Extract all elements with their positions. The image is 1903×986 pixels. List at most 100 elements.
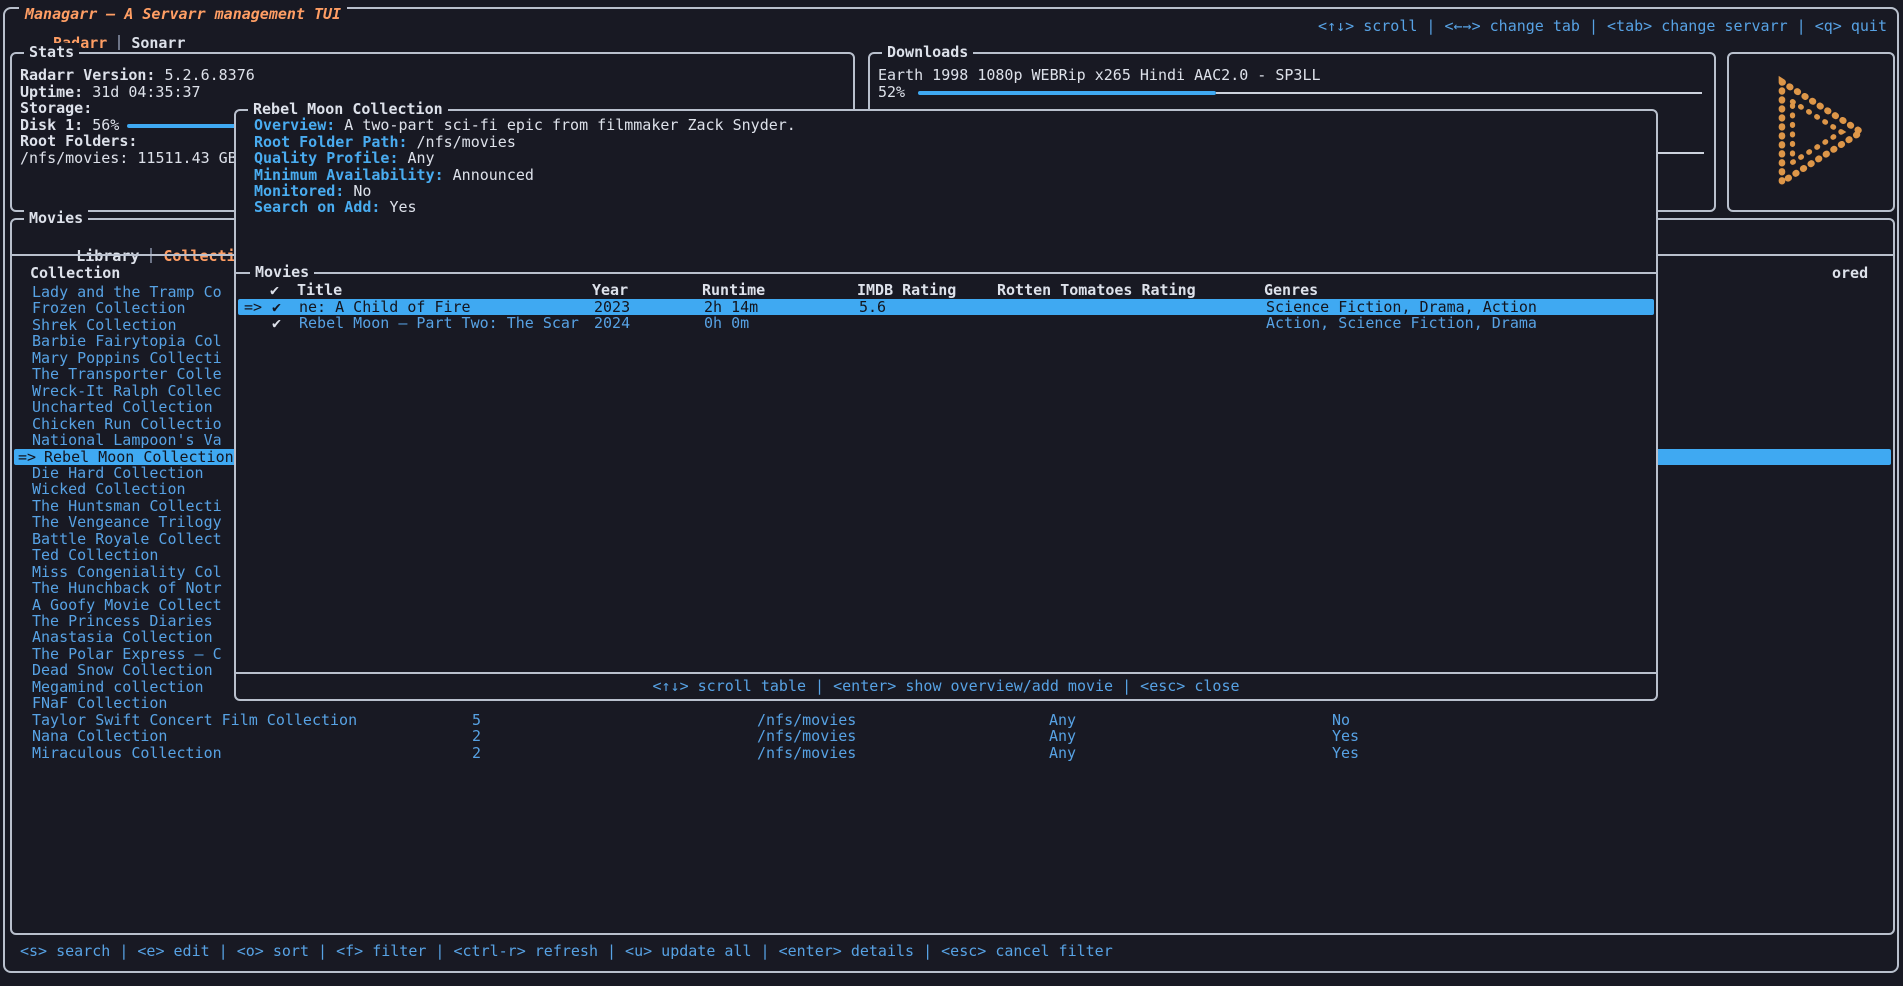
- managarr-logo-icon: [1729, 54, 1893, 210]
- uptime-value: 31d 04:35:37: [92, 83, 200, 101]
- tab-sonarr[interactable]: Sonarr: [131, 34, 185, 52]
- modal-column-header: ✔: [270, 282, 279, 299]
- search-on-add-label: Search on Add:: [254, 198, 380, 216]
- selection-marker: =>: [18, 449, 36, 465]
- modal-keybind-help: <↑↓> scroll table | <enter> show overvie…: [236, 678, 1656, 695]
- download-gauge-fill: [918, 91, 1216, 95]
- download-gauge-track: [1216, 92, 1702, 94]
- search-on-add-value: Yes: [389, 198, 416, 216]
- modal-column-header: Rotten Tomatoes Rating: [997, 282, 1196, 299]
- movie-genres: Science Fiction, Drama, Action: [1266, 299, 1537, 315]
- logo-panel: [1727, 52, 1895, 212]
- movie-genres: Action, Science Fiction, Drama: [1266, 315, 1537, 331]
- collection-name: Barbie Fairytopia Col: [32, 333, 222, 349]
- column-header-monitored-fragment: ored: [1832, 265, 1868, 282]
- downloads-panel-title: Downloads: [882, 43, 973, 61]
- collection-name: The Transporter Colle: [32, 366, 222, 382]
- collection-flag: Yes: [1332, 745, 1359, 761]
- collection-name: Rebel Moon Collection: [44, 449, 234, 465]
- collection-name: Battle Royale Collect: [32, 531, 222, 547]
- download-item-title: Earth 1998 1080p WEBRip x265 Hindi AAC2.…: [878, 67, 1321, 84]
- root-folder-value: /nfs/movies: 11511.43 GB: [20, 149, 237, 167]
- collection-name: Wreck-It Ralph Collec: [32, 383, 222, 399]
- quality-profile-value: Any: [408, 149, 435, 167]
- collection-quality-profile: Any: [1049, 745, 1076, 761]
- movie-check: ✔: [272, 315, 281, 331]
- movie-runtime: 2h 14m: [704, 299, 758, 315]
- download-item-percent: 52%: [878, 84, 905, 101]
- collection-movie-count: 5: [472, 712, 481, 728]
- modal-column-header: Year: [592, 282, 628, 299]
- collection-row[interactable]: Nana Collection 2/nfs/movies Any Yes: [14, 728, 1891, 744]
- collection-name: Miraculous Collection: [32, 745, 222, 761]
- collection-name: The Princess Diaries: [32, 613, 213, 629]
- collection-name: Miss Congeniality Col: [32, 564, 222, 580]
- collection-movie-count: 2: [472, 745, 481, 761]
- root-folders-label: Root Folders:: [20, 132, 137, 150]
- modal-table-rows: => ✔ ne: A Child of Fire 2023 2h 14m 5.6 Scien…: [236, 299, 1656, 339]
- collection-name: Wicked Collection: [32, 481, 186, 497]
- movie-imdb-rating: 5.6: [859, 299, 886, 315]
- collection-root-folder: /nfs/movies: [757, 745, 856, 761]
- tab-divider: [118, 35, 120, 50]
- collection-name: The Polar Express – C: [32, 646, 222, 662]
- collection-name: The Vengeance Trilogy: [32, 514, 222, 530]
- modal-column-header: Title: [297, 282, 342, 299]
- collection-name: Anastasia Collection: [32, 629, 213, 645]
- collection-name: Dead Snow Collection: [32, 662, 213, 678]
- collection-name: National Lampoon's Va: [32, 432, 222, 448]
- collection-name: Uncharted Collection: [32, 399, 213, 415]
- collection-name: A Goofy Movie Collect: [32, 597, 222, 613]
- movie-check: ✔: [272, 299, 281, 315]
- movie-year: 2023: [594, 299, 630, 315]
- collection-name: Nana Collection: [32, 728, 167, 744]
- overview-label: Overview:: [254, 116, 335, 134]
- keybind-help-bottom: <s> search | <e> edit | <o> sort | <f> f…: [20, 943, 1113, 960]
- modal-column-header: Genres: [1264, 282, 1318, 299]
- collection-name: Die Hard Collection: [32, 465, 204, 481]
- collection-row[interactable]: Taylor Swift Concert Film Collection 5/nf…: [14, 712, 1891, 728]
- collection-quality-profile: Any: [1049, 712, 1076, 728]
- collection-quality-profile: Any: [1049, 728, 1076, 744]
- modal-column-header: Runtime: [702, 282, 765, 299]
- collection-name: Frozen Collection: [32, 300, 186, 316]
- modal-table-top-border: [236, 272, 1656, 274]
- overview-value: A two-part sci-fi epic from filmmaker Za…: [344, 116, 796, 134]
- collection-name: Mary Poppins Collecti: [32, 350, 222, 366]
- collection-name: Chicken Run Collectio: [32, 416, 222, 432]
- version-label: Radarr Version:: [20, 66, 155, 84]
- collection-name: Megamind collection: [32, 679, 204, 695]
- movies-panel-title: Movies: [24, 209, 88, 227]
- stats-panel-title: Stats: [24, 43, 79, 61]
- movie-title: Rebel Moon – Part Two: The Scar: [299, 315, 579, 331]
- collection-name: FNaF Collection: [32, 695, 167, 711]
- collection-flag: No: [1332, 712, 1350, 728]
- managarr-app: Managarr – A Servarr management TUI Rada…: [0, 0, 1903, 986]
- collection-name: The Hunchback of Notr: [32, 580, 222, 596]
- collection-name: Shrek Collection: [32, 317, 177, 333]
- collection-movie-count: 2: [472, 728, 481, 744]
- collection-name: The Huntsman Collecti: [32, 498, 222, 514]
- movie-runtime: 0h 0m: [704, 315, 749, 331]
- collection-root-folder: /nfs/movies: [757, 728, 856, 744]
- movie-title: ne: A Child of Fire: [299, 299, 471, 315]
- movie-prefix: =>: [244, 299, 262, 315]
- modal-table-header: ✔ Title Year Runtime IMDB Rating Rotten Tomat…: [236, 282, 1656, 299]
- modal-table-bottom-border: [236, 672, 1656, 674]
- storage-label: Storage:: [20, 99, 92, 117]
- collection-root-folder: /nfs/movies: [757, 712, 856, 728]
- minimum-availability-value: Announced: [453, 166, 534, 184]
- collection-name: Ted Collection: [32, 547, 158, 563]
- collection-name: Taylor Swift Concert Film Collection: [32, 712, 357, 728]
- quality-profile-label: Quality Profile:: [254, 149, 399, 167]
- tab-library[interactable]: Library: [76, 247, 139, 265]
- download-progress-gauge: [918, 91, 1702, 95]
- keybind-help-top: <↑↓> scroll | <←→> change tab | <tab> ch…: [900, 18, 1887, 35]
- modal-movie-row[interactable]: ✔Rebel Moon – Part Two: The Scar20240h 0…: [238, 315, 1654, 331]
- modal-movie-row[interactable]: => ✔ ne: A Child of Fire 2023 2h 14m 5.6 Scien…: [238, 299, 1654, 315]
- modal-column-header: IMDB Rating: [857, 282, 956, 299]
- version-value: 5.2.6.8376: [164, 66, 254, 84]
- collection-flag: Yes: [1332, 728, 1359, 744]
- collection-name: Lady and the Tramp Co: [32, 284, 222, 300]
- collection-row[interactable]: Miraculous Collection 2/nfs/movies Any Yes: [14, 745, 1891, 761]
